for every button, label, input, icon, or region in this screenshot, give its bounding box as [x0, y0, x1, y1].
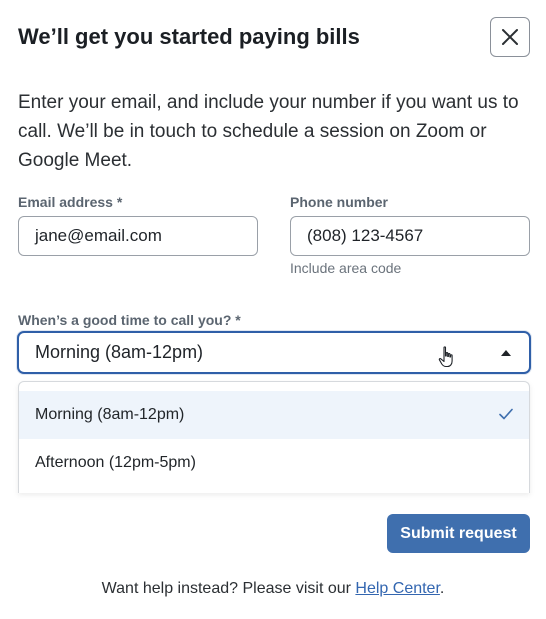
dropdown-option-label: Morning (8am-12pm) — [35, 406, 185, 423]
close-button[interactable] — [490, 17, 530, 57]
checkmark-icon — [499, 408, 513, 420]
dropdown-option-morning[interactable]: Morning (8am-12pm) — [19, 391, 529, 439]
modal-title: We’ll get you started paying bills — [18, 24, 360, 49]
help-prefix: Want help instead? Please visit our — [101, 580, 356, 597]
phone-field[interactable]: (808) 123-4567 — [290, 216, 530, 256]
call-time-dropdown: Morning (8am-12pm) Afternoon (12pm-5pm) — [18, 381, 530, 493]
help-text: Want help instead? Please visit our Help… — [0, 580, 546, 598]
bill-pay-modal: We’ll get you started paying bills Enter… — [0, 0, 546, 619]
close-icon — [502, 29, 518, 45]
intro-text: Enter your email, and include your numbe… — [18, 92, 519, 171]
dropdown-option-label: Afternoon (12pm-5pm) — [35, 454, 196, 471]
phone-hint: Include area code — [290, 260, 402, 276]
help-center-link[interactable]: Help Center — [355, 580, 440, 597]
phone-label: Phone number — [290, 194, 389, 210]
call-time-selected-value: Morning (8am-12pm) — [35, 342, 204, 362]
caret-up-icon — [501, 350, 511, 356]
help-suffix: . — [439, 580, 445, 597]
dropdown-option-afternoon[interactable]: Afternoon (12pm-5pm) — [19, 439, 529, 487]
email-label: Email address * — [18, 194, 123, 210]
hand-pointer-cursor-icon — [438, 346, 453, 368]
call-time-label: When’s a good time to call you? * — [18, 312, 241, 328]
submit-request-button[interactable]: Submit request — [387, 514, 530, 553]
email-field[interactable]: jane@email.com — [18, 216, 258, 256]
